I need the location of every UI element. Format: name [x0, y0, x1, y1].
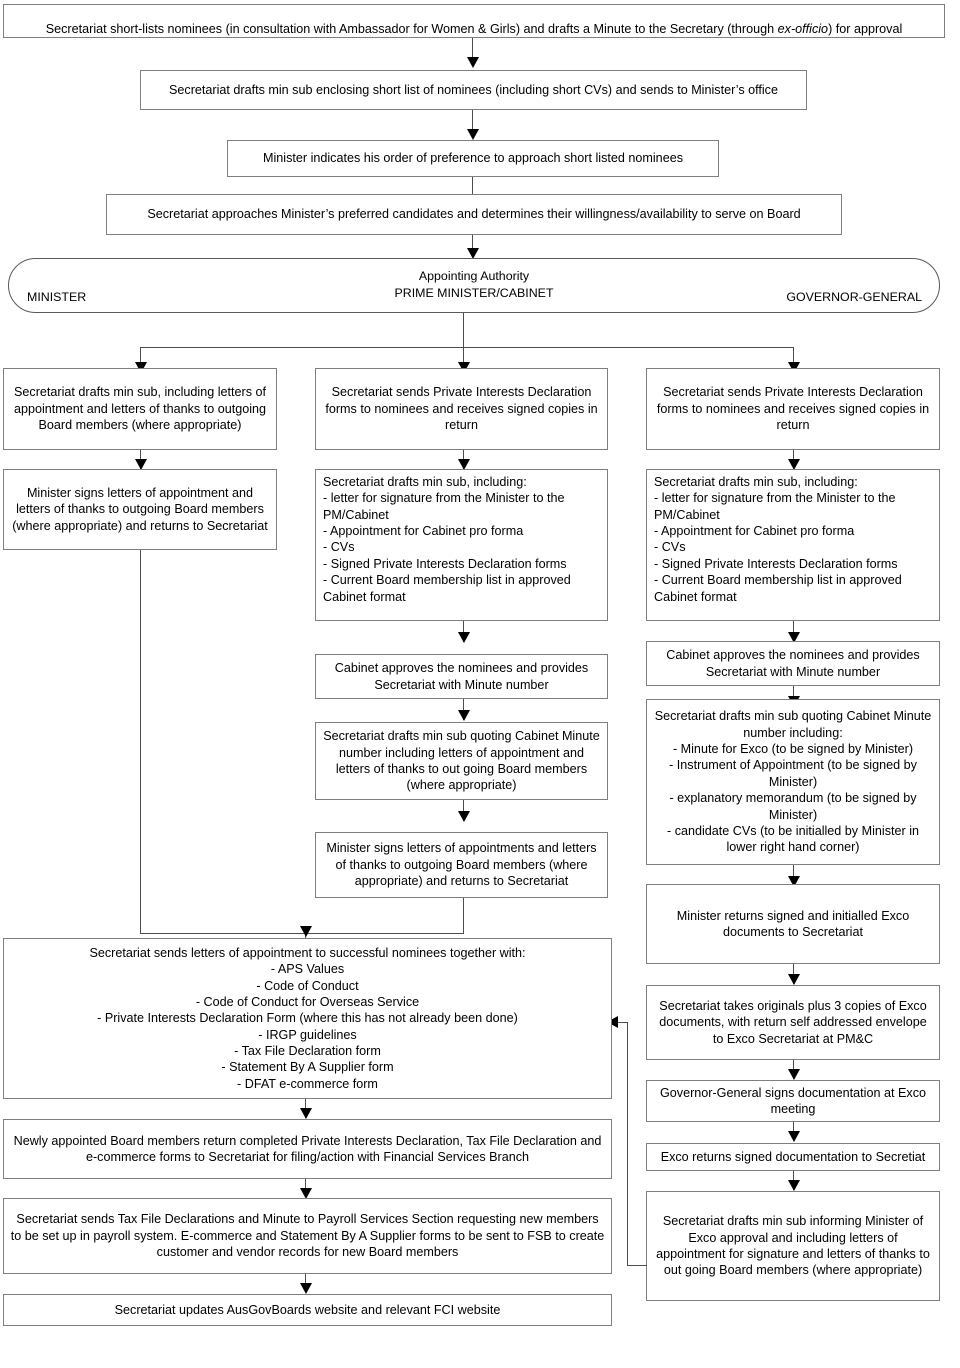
node-gg-takes-originals: Secretariat takes originals plus 3 copie…	[646, 985, 940, 1060]
flowchart-canvas: Secretariat short-lists nominees (in con…	[0, 0, 960, 1368]
node-gg-signs-documentation: Governor-General signs documentation at …	[646, 1080, 940, 1122]
connector-cabinet-tail-across	[305, 933, 464, 934]
node-shortlist-text-post: ) for approval	[828, 22, 903, 36]
arrowhead-cabinet-2-3	[458, 632, 470, 643]
node-gg-minsub-informing-minister: Secretariat drafts min sub informing Min…	[646, 1191, 940, 1301]
node-updates-ausgovboards-website: Secretariat updates AusGovBoards website…	[3, 1294, 612, 1326]
connector-authority-stem	[463, 313, 464, 347]
node-sends-letters-of-appointment: Secretariat sends letters of appointment…	[3, 938, 612, 1099]
node-shortlist-nominees: Secretariat short-lists nominees (in con…	[3, 4, 945, 38]
node-sends-tax-file-declarations: Secretariat sends Tax File Declarations …	[3, 1198, 612, 1274]
connector-gg-return-bottom	[627, 1265, 647, 1266]
connector-gg-return-top	[618, 1022, 628, 1023]
node-shortlist-text-italic: ex-officio	[777, 22, 829, 36]
node-gg-cabinet-approves: Cabinet approves the nominees and provid…	[646, 641, 940, 686]
node-gg-send-pid-forms: Secretariat sends Private Interests Decl…	[646, 368, 940, 450]
node-approach-preferred-candidates: Secretariat approaches Minister’s prefer…	[106, 194, 842, 235]
node-shortlist-text-pre: Secretariat short-lists nominees (in con…	[45, 22, 778, 36]
authority-label-governor-general: GOVERNOR-GENERAL	[786, 290, 922, 304]
connector-authority-bar	[140, 347, 794, 348]
arrowhead-cabinet-3-4	[458, 710, 470, 721]
node-minister-drafts-min-sub: Secretariat drafts min sub, including le…	[3, 368, 277, 450]
arrowhead-gg-7-8	[788, 1131, 800, 1142]
node-cabinet-minister-signs: Minister signs letters of appointments a…	[315, 832, 608, 898]
node-cabinet-approves-nominees: Cabinet approves the nominees and provid…	[315, 654, 608, 699]
node-drafts-min-sub-shortlist: Secretariat drafts min sub enclosing sho…	[140, 70, 807, 110]
arrowhead-gg-6-7	[788, 1069, 800, 1080]
node-gg-drafts-min-sub: Secretariat drafts min sub, including: -…	[646, 469, 940, 621]
appointing-authority-band: MINISTER Appointing Authority PRIME MINI…	[8, 258, 940, 313]
node-exco-returns-documentation: Exco returns signed documentation to Sec…	[646, 1143, 940, 1171]
connector-minister-tail-across	[140, 933, 305, 934]
arrowhead-n2-n3	[467, 129, 479, 140]
arrowhead-n1-n2	[467, 57, 479, 68]
node-cabinet-minsub-quoting-minute: Secretariat drafts min sub quoting Cabin…	[315, 722, 608, 800]
connector-cabinet-tail-down	[463, 898, 464, 934]
node-minister-signs-letters: Minister signs letters of appointment an…	[3, 469, 277, 550]
arrowhead-into-letters-box	[300, 926, 312, 937]
node-gg-minister-returns-exco: Minister returns signed and initialled E…	[646, 884, 940, 964]
arrowhead-cabinet-4-5	[458, 811, 470, 822]
node-gg-minsub-quoting-minute: Secretariat drafts min sub quoting Cabin…	[646, 699, 940, 865]
connector-gg-return-vertical	[627, 1022, 628, 1266]
connector-minister-tail-down	[140, 550, 141, 934]
node-cabinet-drafts-min-sub: Secretariat drafts min sub, including: -…	[315, 469, 608, 621]
node-cabinet-send-pid-forms: Secretariat sends Private Interests Decl…	[315, 368, 608, 450]
node-minister-order-preference: Minister indicates his order of preferen…	[227, 140, 719, 177]
arrowhead-tail-1-2	[300, 1108, 312, 1119]
node-members-return-forms: Newly appointed Board members return com…	[3, 1119, 612, 1179]
arrowhead-tail-3-4	[300, 1283, 312, 1294]
arrowhead-gg-5-6	[788, 974, 800, 985]
arrowhead-gg-8-9	[788, 1180, 800, 1191]
